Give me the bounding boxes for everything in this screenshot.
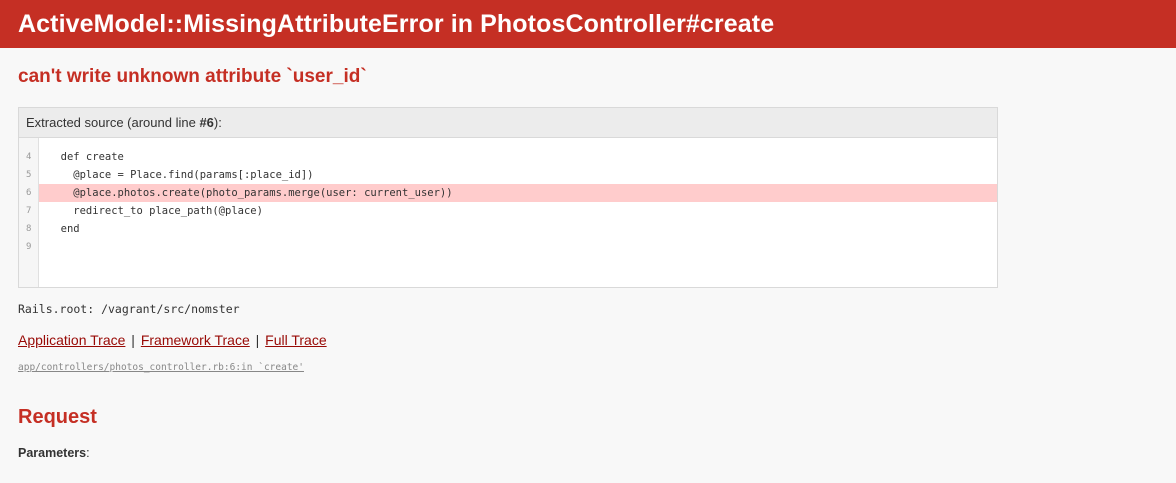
trace-line-link[interactable]: app/controllers/photos_controller.rb:6:i… <box>18 362 1158 373</box>
parameters: Parameters: <box>18 446 1158 460</box>
code-block: def create @place = Place.find(params[:p… <box>39 148 997 287</box>
error-title: ActiveModel::MissingAttributeError in Ph… <box>18 9 775 38</box>
code-line: @place = Place.find(params[:place_id]) <box>48 169 314 181</box>
source-body: 4 5 6 7 8 9 def create @place = Place.fi… <box>19 138 997 287</box>
error-header: ActiveModel::MissingAttributeError in Ph… <box>0 0 1176 48</box>
line-number: 8 <box>26 224 32 234</box>
line-number: 7 <box>26 206 32 216</box>
source-info-suffix: ): <box>213 115 222 130</box>
line-number: 9 <box>26 242 32 252</box>
line-numbers: 4 5 6 7 8 9 <box>19 138 39 287</box>
parameters-label: Parameters <box>18 445 87 460</box>
code-line-highlighted: @place.photos.create(photo_params.merge(… <box>39 184 997 202</box>
rails-root: Rails.root: /vagrant/src/nomster <box>18 302 240 316</box>
trace-links: Application Trace | Framework Trace | Fu… <box>18 332 1158 348</box>
error-message: can't write unknown attribute `user_id` <box>18 66 367 87</box>
source-info: Extracted source (around line #6): <box>19 108 997 138</box>
main-content: can't write unknown attribute `user_id` … <box>0 66 1176 460</box>
framework-trace-link[interactable]: Framework Trace <box>141 332 250 348</box>
line-number: 4 <box>26 152 32 162</box>
source-info-line: #6 <box>199 115 214 130</box>
code-line: end <box>48 223 80 235</box>
trace-separator: | <box>131 332 135 348</box>
source-info-prefix: Extracted source (around line <box>26 115 200 130</box>
code-line: redirect_to place_path(@place) <box>48 205 263 217</box>
trace-separator: | <box>255 332 260 348</box>
parameters-suffix: : <box>86 445 90 460</box>
code-line: def create <box>48 151 124 163</box>
application-trace-link[interactable]: Application Trace <box>18 332 125 348</box>
source-extract: Extracted source (around line #6): 4 5 6… <box>18 107 998 288</box>
request-heading: Request <box>18 406 97 428</box>
line-number: 6 <box>26 188 32 198</box>
full-trace-link[interactable]: Full Trace <box>265 332 326 348</box>
line-number: 5 <box>26 170 32 180</box>
